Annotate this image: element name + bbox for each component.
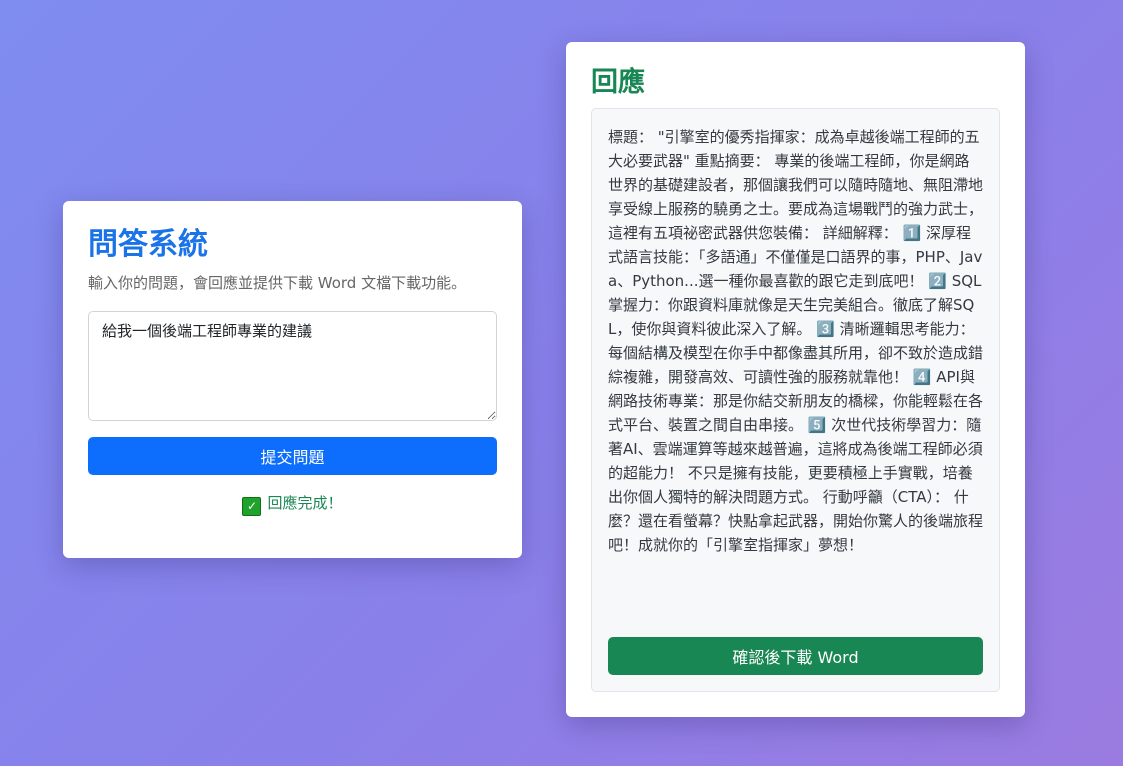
download-word-button[interactable]: 確認後下載 Word	[608, 637, 983, 675]
question-input[interactable]: 給我一個後端工程師專業的建議	[88, 311, 497, 421]
qa-title: 問答系統	[88, 227, 208, 262]
check-mark-icon: ✓	[242, 497, 262, 516]
qa-subtitle: 輸入你的問題，會回應並提供下載 Word 文檔下載功能。	[88, 274, 467, 292]
response-card: 回應 標題： "引擎室的優秀指揮家：成為卓越後端工程師的五大必要武器" 重點摘要…	[566, 42, 1025, 717]
qa-card: 問答系統 輸入你的問題，會回應並提供下載 Word 文檔下載功能。 給我一個後端…	[63, 201, 522, 558]
status-text: 回應完成！	[267, 494, 343, 512]
status-message: ✓ 回應完成！	[88, 492, 497, 516]
submit-question-button[interactable]: 提交問題	[88, 437, 497, 475]
response-text: 標題： "引擎室的優秀指揮家：成為卓越後端工程師的五大必要武器" 重點摘要： 專…	[608, 128, 983, 554]
response-title: 回應	[591, 67, 645, 98]
response-box: 標題： "引擎室的優秀指揮家：成為卓越後端工程師的五大必要武器" 重點摘要： 專…	[591, 108, 1000, 692]
